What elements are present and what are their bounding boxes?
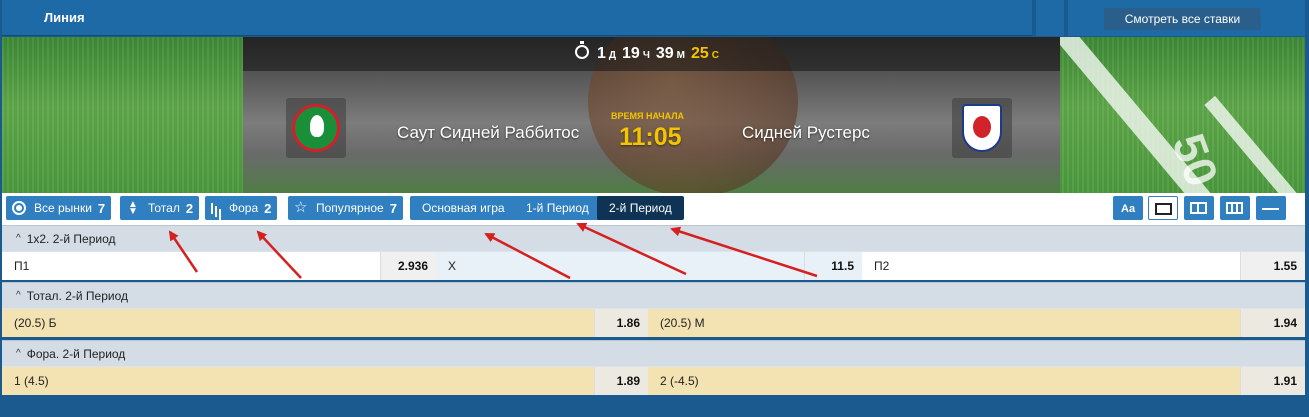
odd-button[interactable]: 2.936: [380, 252, 436, 280]
tab-period-1[interactable]: 1-й Период: [514, 196, 601, 220]
timer-seconds-unit: С: [711, 50, 720, 61]
outcome-label: 2 (-4.5): [660, 374, 699, 388]
roosters-logo-icon: [962, 104, 1002, 152]
market-title: 1х2. 2-й Период: [26, 231, 116, 246]
stopwatch-icon: [575, 41, 589, 59]
filter-count: 7: [389, 200, 397, 216]
view-compact-button[interactable]: [1256, 196, 1286, 220]
star-icon: ☆: [294, 199, 308, 216]
market-title: Фора. 2-й Период: [26, 346, 126, 361]
market-header-1x2[interactable]: ^ 1х2. 2-й Период: [2, 225, 1305, 251]
bars-icon: [211, 201, 221, 215]
view-one-column-button[interactable]: [1148, 196, 1178, 220]
font-size-button[interactable]: Aa: [1113, 196, 1143, 220]
odd-button[interactable]: 1.86: [594, 309, 648, 337]
tab-main-game[interactable]: Основная игра: [410, 196, 517, 220]
market-title: Тотал. 2-й Период: [26, 288, 129, 303]
bottom-border: [2, 398, 1305, 417]
market-header-total[interactable]: ^ Тотал. 2-й Период: [2, 282, 1305, 308]
market-header-handicap[interactable]: ^ Фора. 2-й Период: [2, 340, 1305, 366]
compact-icon: [1262, 208, 1279, 214]
up-down-icon: ▲ ▼: [128, 199, 138, 217]
filter-all-markets[interactable]: Все рынки 7: [6, 196, 112, 220]
start-time: 11:05: [619, 123, 682, 151]
betting-line-widget: Линия Смотреть все ставки 50 1 Д 19 Ч 39…: [0, 0, 1309, 417]
market-row-1x2: П1 2.936 Х 11.5 П2 1.55: [2, 251, 1305, 280]
filter-label: Все рынки: [34, 201, 92, 215]
two-columns-icon: [1190, 202, 1207, 214]
timer-minutes-unit: М: [676, 50, 685, 61]
filter-count: 2: [185, 200, 194, 216]
filter-count: 7: [97, 200, 106, 216]
match-banner: 50 1 Д 19 Ч 39 М 25 С Саут Сидней Раббит…: [2, 37, 1305, 193]
timer-days-unit: Д: [608, 50, 617, 61]
outcome-label: П2: [874, 259, 890, 273]
countdown-timer: 1 Д 19 Ч 39 М 25 С: [575, 41, 725, 64]
filter-popular[interactable]: ☆ Популярное 7: [288, 196, 403, 220]
home-team-logo: [286, 98, 346, 158]
market-filter-bar: Все рынки 7 ▲ ▼ Тотал 2 Фора 2 ☆ Популярн…: [2, 193, 1305, 225]
header-spacer: [1036, 0, 1064, 36]
odd-button[interactable]: 11.5: [804, 252, 862, 280]
filter-count: 2: [264, 200, 272, 216]
three-columns-icon: [1226, 202, 1243, 214]
view-three-columns-button[interactable]: [1220, 196, 1250, 220]
timer-days: 1: [597, 45, 606, 62]
target-icon: [12, 201, 26, 215]
home-team-name: Саут Сидней Раббитос: [397, 123, 580, 142]
timer-minutes: 39: [655, 45, 674, 62]
outcome-label: Х: [436, 252, 804, 280]
outcome-label: 1 (4.5): [14, 374, 49, 388]
odd-button[interactable]: 1.89: [594, 367, 648, 395]
market-row-total: (20.5) Б 1.86 (20.5) М 1.94: [2, 308, 1305, 337]
filter-label: Тотал: [148, 201, 180, 215]
chevron-up-icon: ^: [16, 348, 21, 359]
filter-label: Популярное: [316, 201, 384, 215]
market-row-handicap: 1 (4.5) 1.89 2 (-4.5) 1.91: [2, 366, 1305, 395]
tab-period-2[interactable]: 2-й Период: [597, 196, 684, 220]
view-two-columns-button[interactable]: [1184, 196, 1214, 220]
outcome-label: (20.5) М: [660, 316, 705, 330]
odd-button[interactable]: 1.55: [1240, 252, 1305, 280]
outcome-label: П1: [14, 259, 30, 273]
timer-hours: 19: [622, 45, 640, 62]
filter-handicap[interactable]: Фора 2: [205, 196, 278, 220]
header-actions: Смотреть все ставки: [1068, 0, 1305, 36]
rabbitohs-logo-icon: [292, 104, 340, 152]
filter-label: Фора: [229, 201, 259, 215]
chevron-up-icon: ^: [16, 290, 21, 301]
odd-button[interactable]: 1.91: [1240, 367, 1305, 395]
chevron-up-icon: ^: [16, 233, 21, 244]
filter-total[interactable]: ▲ ▼ Тотал 2: [120, 196, 200, 220]
top-bar: Линия Смотреть все ставки: [2, 0, 1305, 36]
start-time-label: ВРЕМЯ НАЧАЛА: [611, 111, 685, 121]
timer-seconds: 25: [691, 45, 709, 62]
one-column-icon: [1155, 203, 1172, 215]
timer-hours-unit: Ч: [642, 50, 650, 61]
font-size-icon: Aa: [1121, 203, 1136, 215]
odd-button[interactable]: 1.94: [1240, 309, 1305, 337]
away-team-logo: [952, 98, 1012, 158]
line-header: Линия: [2, 0, 1032, 36]
away-team-name: Сидней Рустерс: [742, 123, 870, 142]
see-all-bets-button[interactable]: Смотреть все ставки: [1104, 8, 1261, 30]
outcome-label: (20.5) Б: [14, 316, 57, 330]
page-title: Линия: [44, 10, 85, 25]
